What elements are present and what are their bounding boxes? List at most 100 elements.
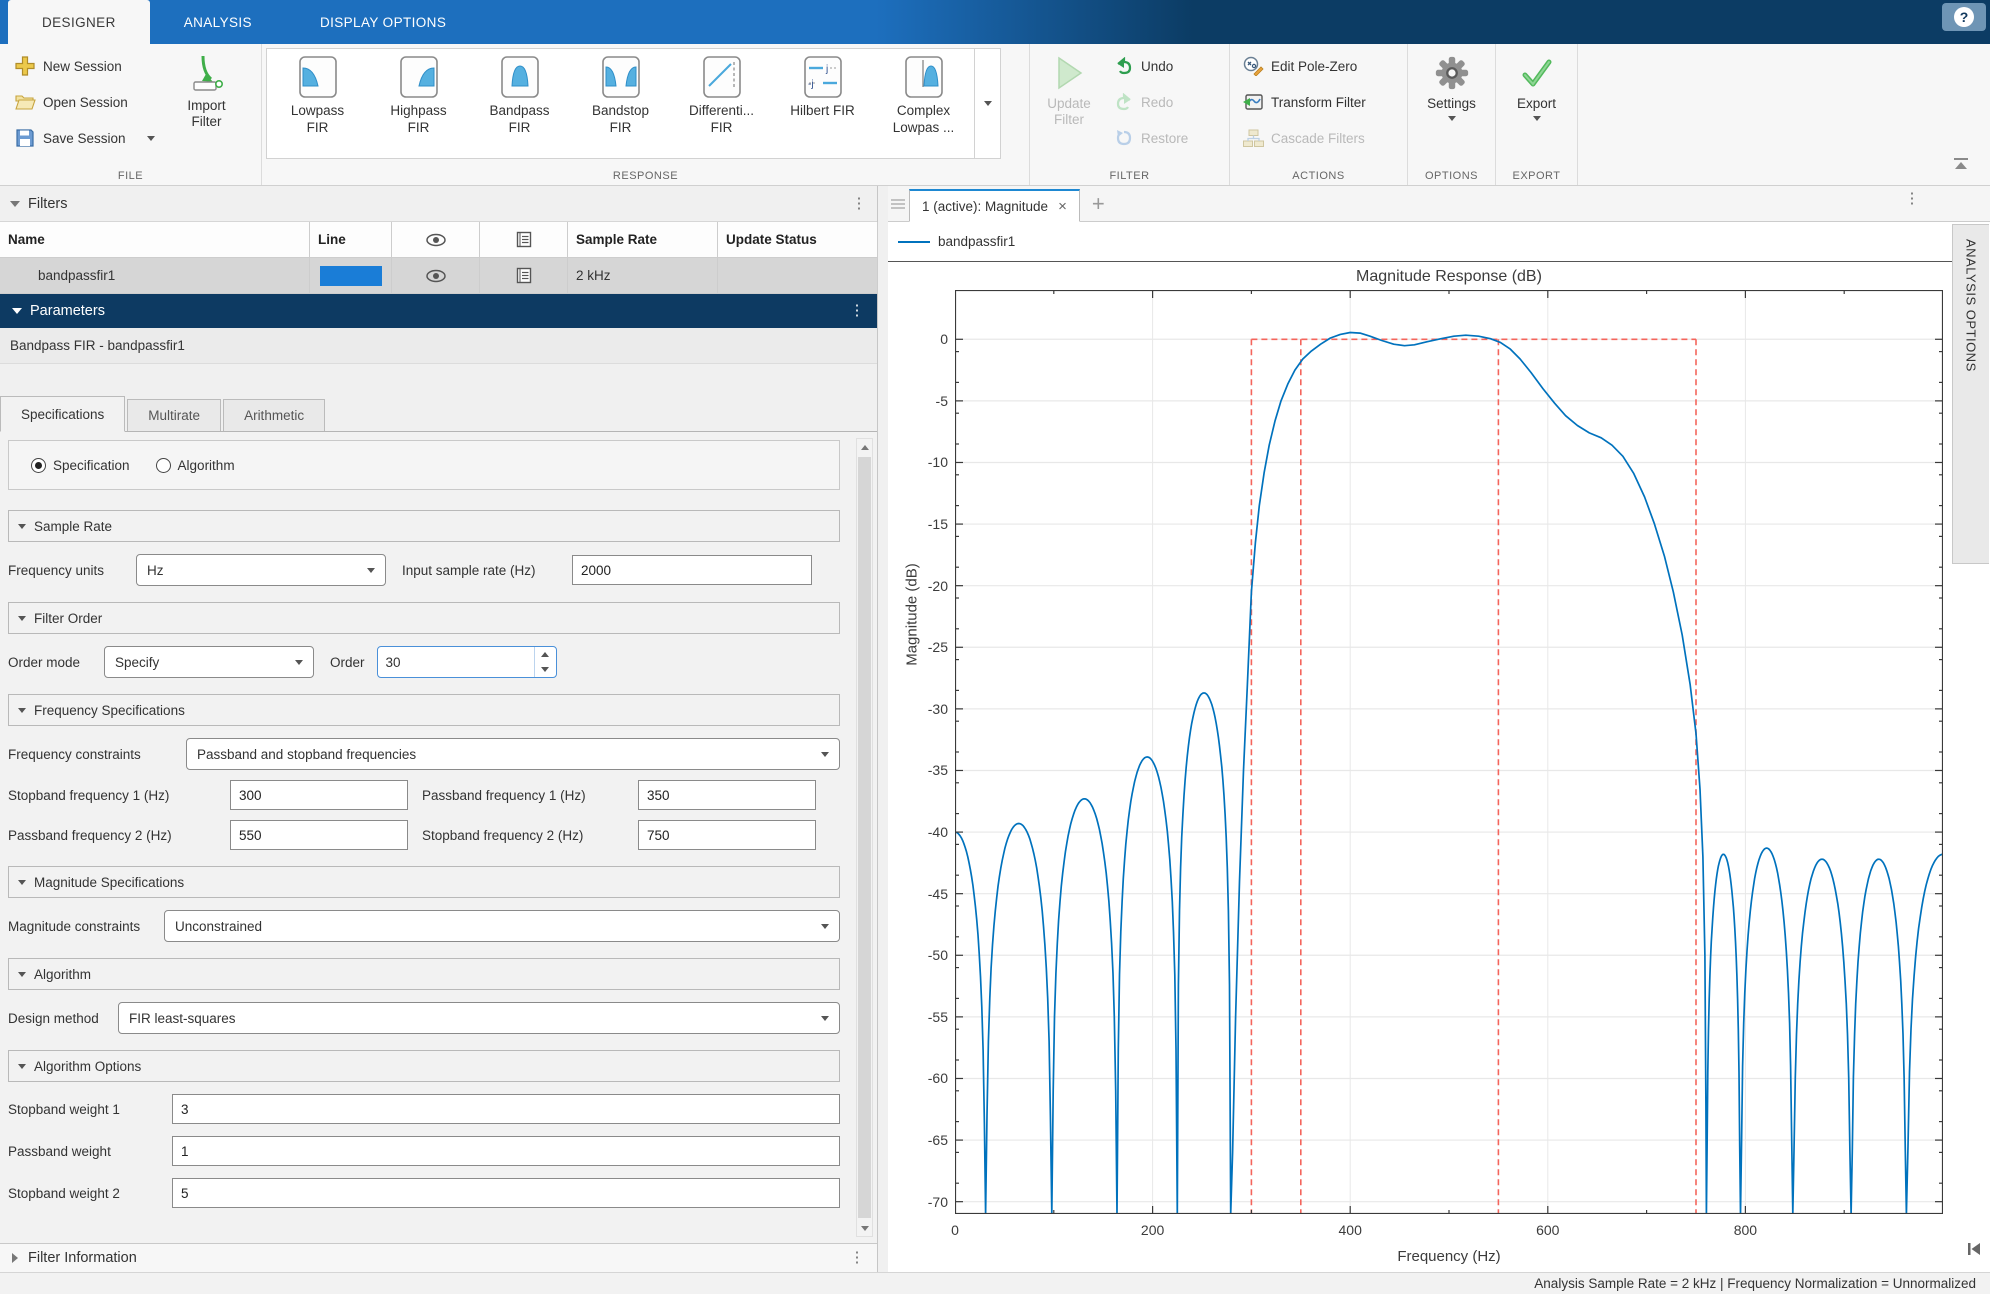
response-highpass-fir[interactable]: HighpassFIR	[368, 49, 469, 158]
restore-button[interactable]: Restore	[1106, 120, 1196, 156]
section-frequency-specifications[interactable]: Frequency Specifications	[8, 694, 840, 726]
stopband-weight1-field[interactable]	[172, 1094, 840, 1124]
filter-information-kebab-icon[interactable]: ⋮	[849, 1253, 865, 1263]
radio-algorithm[interactable]: Algorithm	[156, 458, 235, 473]
passband-freq2-field[interactable]	[230, 820, 408, 850]
eye-icon	[425, 269, 447, 283]
toolstrip: New Session Open Session Save Session	[0, 44, 1990, 186]
add-tab-button[interactable]: +	[1092, 191, 1105, 217]
response-gallery-overflow-button[interactable]	[974, 49, 1000, 158]
filters-panel-title: Filters	[28, 196, 851, 212]
scroll-up-icon[interactable]	[857, 439, 872, 455]
collapse-ribbon-button[interactable]	[1950, 156, 1972, 174]
settings-button[interactable]: Settings	[1413, 48, 1491, 163]
filters-kebab-icon[interactable]: ⋮	[851, 199, 867, 209]
help-icon: ?	[1954, 7, 1974, 27]
spacer	[0, 364, 877, 396]
stopband-weight2-label: Stopband weight 2	[8, 1186, 172, 1201]
filter-information-bar[interactable]: Filter Information ⋮	[0, 1243, 877, 1272]
order-spinner[interactable]: 30	[377, 646, 557, 678]
response-complex-lowpass[interactable]: ComplexLowpas ...	[873, 49, 974, 158]
order-mode-dropdown[interactable]: Specify	[104, 646, 314, 678]
legend-line	[898, 241, 930, 243]
response-hilbert-fir[interactable]: j-j Hilbert FIR	[772, 49, 873, 158]
tab-designer[interactable]: DESIGNER	[8, 0, 150, 44]
tab-arithmetic[interactable]: Arithmetic	[223, 399, 325, 431]
stopband-freq2-field[interactable]	[638, 820, 816, 850]
magnitude-constraints-dropdown[interactable]: Unconstrained	[164, 910, 840, 942]
filter-row-line-swatch[interactable]	[310, 258, 392, 294]
order-decrement-button[interactable]	[535, 662, 556, 677]
edit-pole-zero-button[interactable]: Edit Pole-Zero	[1234, 48, 1407, 84]
scroll-down-icon[interactable]	[857, 1220, 872, 1236]
input-sample-rate-field[interactable]	[572, 555, 812, 585]
new-session-label: New Session	[43, 59, 122, 74]
open-session-button[interactable]: Open Session	[6, 84, 163, 120]
col-visibility	[392, 222, 480, 258]
response-differentiator-fir[interactable]: Differenti...FIR	[671, 49, 772, 158]
scrollbar-thumb[interactable]	[858, 457, 871, 1218]
radio-specification[interactable]: Specification	[31, 458, 130, 473]
close-icon[interactable]: ×	[1058, 198, 1067, 215]
frequency-units-dropdown[interactable]: Hz	[136, 554, 386, 586]
parameters-scrollbar[interactable]	[856, 438, 873, 1237]
filter-row-annotation-button[interactable]	[480, 258, 568, 294]
viewer-tab-magnitude[interactable]: 1 (active): Magnitude ×	[909, 189, 1080, 222]
input-sample-rate-label: Input sample rate (Hz)	[402, 563, 562, 578]
section-filter-order[interactable]: Filter Order	[8, 602, 840, 634]
magnitude-response-plot	[955, 290, 1943, 1214]
new-session-button[interactable]: New Session	[6, 48, 163, 84]
dock-figure-icon[interactable]	[1966, 1242, 1982, 1259]
save-session-caret-icon[interactable]	[147, 136, 155, 141]
export-button[interactable]: Export	[1498, 48, 1576, 163]
ribbon-tabstrip: DESIGNER ANALYSIS DISPLAY OPTIONS ?	[0, 0, 1990, 44]
passband-freq1-label: Passband frequency 1 (Hz)	[408, 788, 638, 803]
help-button[interactable]: ?	[1942, 3, 1986, 31]
grip-icon[interactable]	[891, 197, 905, 211]
hilbert-icon: j-j	[803, 55, 843, 99]
section-sample-rate[interactable]: Sample Rate	[8, 510, 840, 542]
order-increment-button[interactable]	[535, 647, 556, 662]
tab-analysis[interactable]: ANALYSIS	[150, 0, 286, 44]
frequency-constraints-dropdown[interactable]: Passband and stopband frequencies	[186, 738, 840, 770]
tab-display-options[interactable]: DISPLAY OPTIONS	[286, 0, 480, 44]
passband-weight-label: Passband weight	[8, 1144, 172, 1159]
save-session-icon	[14, 127, 36, 149]
tab-specifications[interactable]: Specifications	[0, 396, 125, 432]
response-bandpass-fir[interactable]: BandpassFIR	[469, 49, 570, 158]
tab-multirate[interactable]: Multirate	[127, 399, 221, 431]
new-session-icon	[14, 55, 36, 77]
section-magnitude-specifications[interactable]: Magnitude Specifications	[8, 866, 840, 898]
redo-button[interactable]: Redo	[1106, 84, 1196, 120]
parameters-kebab-icon[interactable]: ⋮	[849, 306, 865, 316]
response-bandstop-fir[interactable]: BandstopFIR	[570, 49, 671, 158]
filter-row-visibility-toggle[interactable]	[392, 258, 480, 294]
section-algorithm[interactable]: Algorithm	[8, 958, 840, 990]
cascade-filters-button[interactable]: Cascade Filters	[1234, 120, 1407, 156]
import-filter-button[interactable]: Import Filter	[171, 48, 243, 163]
complex-lowpass-icon	[904, 55, 944, 99]
section-algorithm-options[interactable]: Algorithm Options	[8, 1050, 840, 1082]
response-lowpass-fir[interactable]: LowpassFIR	[267, 49, 368, 158]
filter-row-name[interactable]: bandpassfir1	[0, 258, 310, 294]
design-method-dropdown[interactable]: FIR least-squares	[118, 1002, 840, 1034]
passband-freq2-label: Passband frequency 2 (Hz)	[8, 828, 230, 843]
passband-weight-field[interactable]	[172, 1136, 840, 1166]
viewer-kebab-icon[interactable]: ⋮	[1904, 194, 1920, 204]
highpass-icon	[399, 55, 439, 99]
filters-collapse-icon[interactable]	[10, 201, 20, 207]
analysis-options-tab[interactable]: ANALYSIS OPTIONS	[1952, 224, 1989, 564]
save-session-button[interactable]: Save Session	[6, 120, 163, 156]
parameters-panel-title: Parameters	[30, 303, 849, 319]
passband-freq1-field[interactable]	[638, 780, 816, 810]
stopband-weight2-field[interactable]	[172, 1178, 840, 1208]
parameters-content: Specification Algorithm Sample Rate Freq…	[0, 432, 877, 1243]
transform-filter-button[interactable]: Transform Filter	[1234, 84, 1407, 120]
undo-button[interactable]: Undo	[1106, 48, 1196, 84]
update-filter-button[interactable]: UpdateFilter	[1034, 48, 1104, 163]
parameters-collapse-icon[interactable]	[12, 308, 22, 314]
stopband-freq1-field[interactable]	[230, 780, 408, 810]
undo-icon	[1114, 57, 1134, 75]
y-axis-label: Magnitude (dB)	[904, 535, 921, 695]
viewer-tabbar: 1 (active): Magnitude × + ⋮	[888, 186, 1990, 222]
